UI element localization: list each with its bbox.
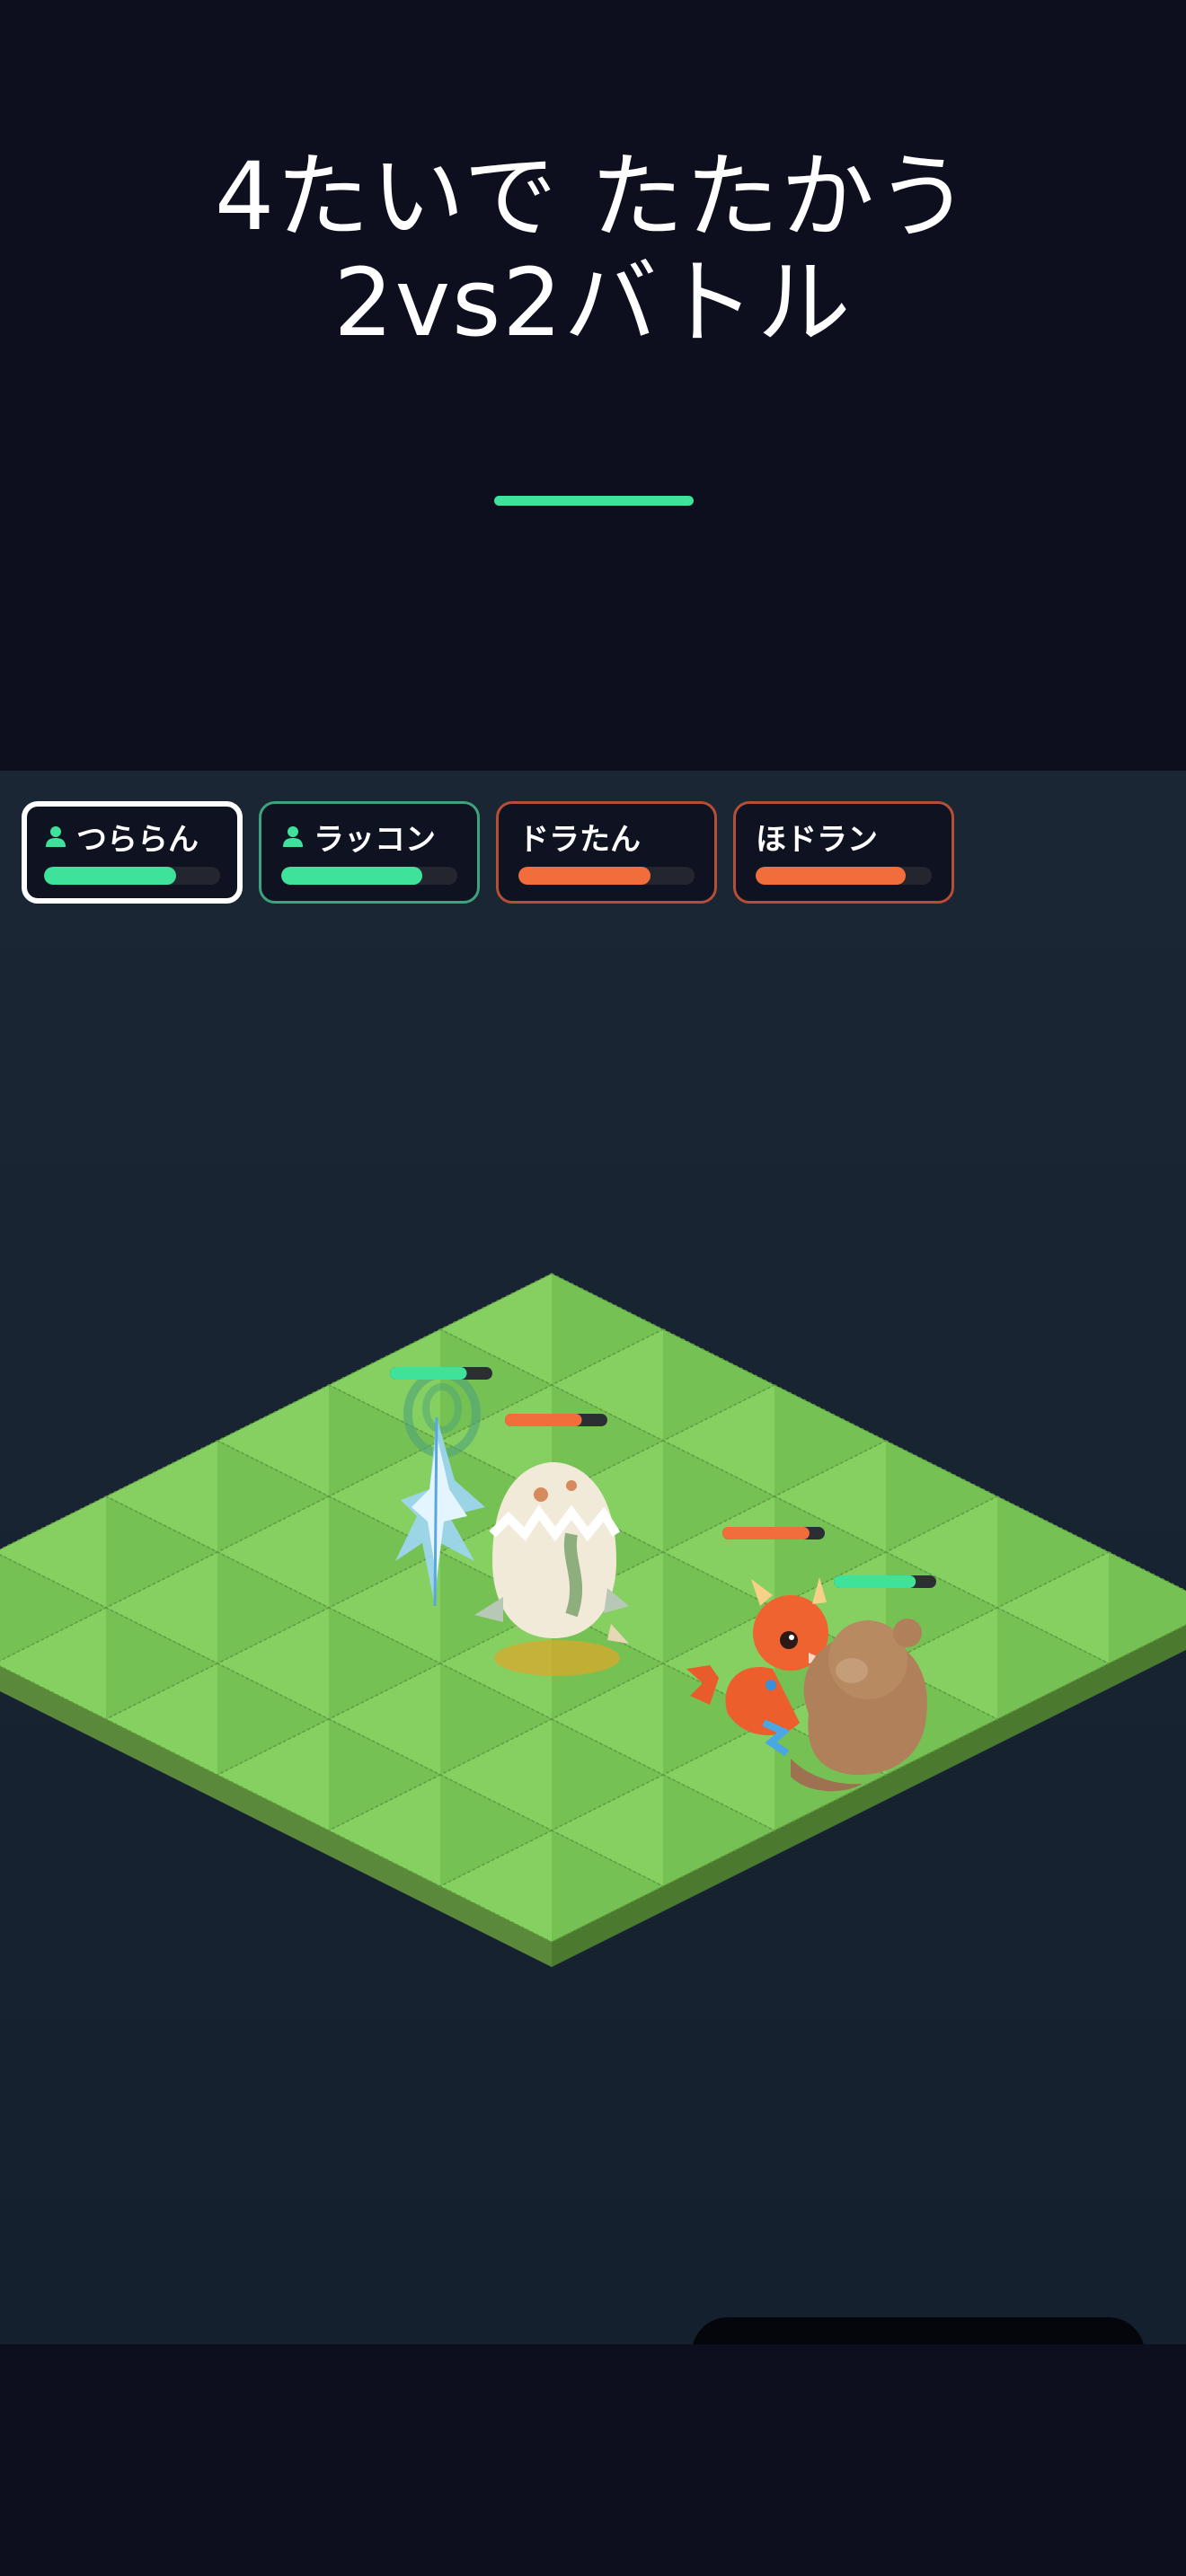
bottom-bar — [0, 2344, 1186, 2576]
unit-hp-bar — [390, 1367, 492, 1380]
unit-hp-bar — [505, 1414, 607, 1426]
battle-stage[interactable]: つららん ラッコン ドラたん ほドラン — [0, 771, 1186, 2344]
headline: 4たいで たたかう 2vs2バトル — [0, 144, 1186, 356]
unit-hp-bar — [722, 1527, 825, 1539]
headline-divider — [494, 496, 694, 506]
headline-line-2: 2vs2バトル — [333, 248, 853, 357]
headline-line-1: 4たいで たたかう — [214, 142, 972, 251]
isometric-field[interactable] — [0, 771, 1186, 2344]
unit-hp-bar — [834, 1575, 936, 1588]
